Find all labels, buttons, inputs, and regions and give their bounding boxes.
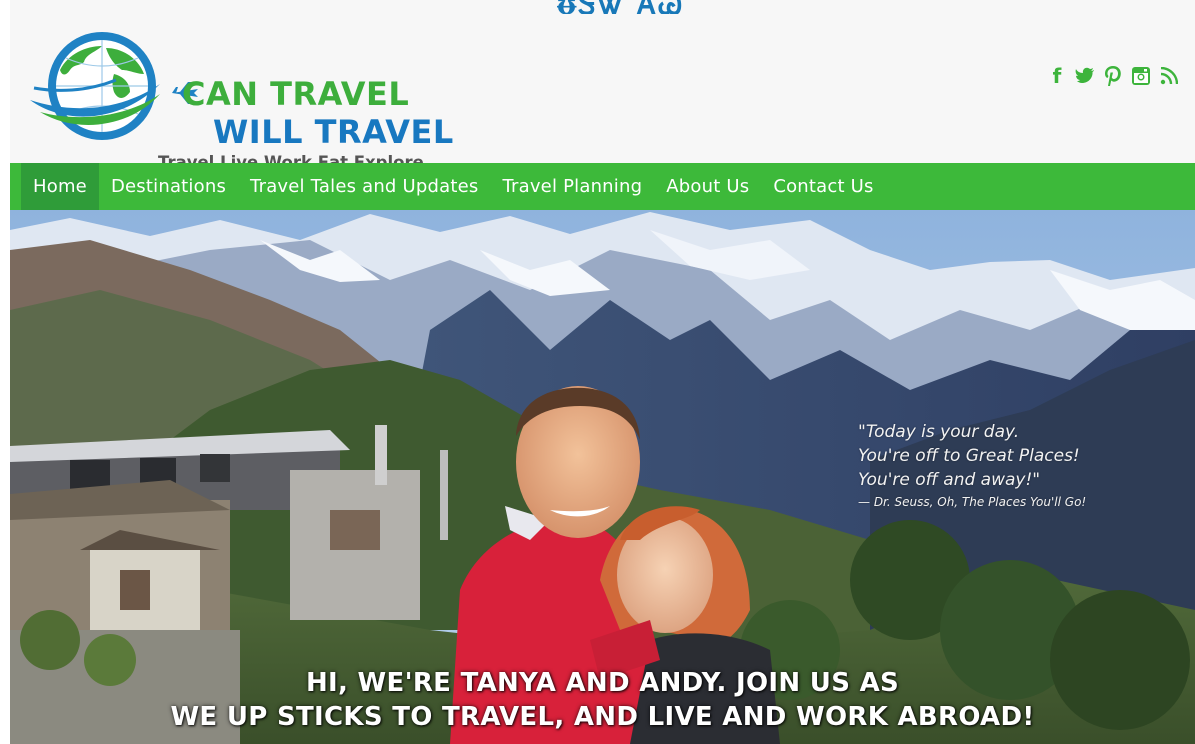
logo-title-line2: WILL TRAVEL — [213, 113, 454, 151]
globe-icon — [30, 32, 160, 140]
pinterest-icon[interactable] — [1103, 64, 1123, 88]
hero-quote: "Today is your day. You're off to Great … — [858, 420, 1086, 511]
site-logo[interactable]: CAN TRAVEL WILL TRAVEL Travel Live Work … — [26, 30, 466, 172]
nav-about-us[interactable]: About Us — [654, 163, 761, 210]
nav-travel-planning[interactable]: Travel Planning — [490, 163, 654, 210]
facebook-icon[interactable]: f — [1047, 64, 1067, 88]
main-navigation: Home Destinations Travel Tales and Updat… — [10, 163, 1195, 210]
twitter-icon[interactable] — [1075, 64, 1095, 88]
logo-title-line1: CAN TRAVEL — [182, 75, 410, 113]
social-links: f — [1047, 64, 1179, 88]
nav-contact-us[interactable]: Contact Us — [761, 163, 885, 210]
nav-destinations[interactable]: Destinations — [99, 163, 238, 210]
rss-icon[interactable] — [1159, 64, 1179, 88]
quote-line: "Today is your day. — [858, 422, 1020, 442]
headline-line: WE UP STICKS TO TRAVEL, AND LIVE AND WOR… — [170, 702, 1035, 732]
instagram-icon[interactable] — [1131, 64, 1151, 88]
quote-line: You're off and away!" — [858, 470, 1041, 490]
hero-headline: HI, WE'RE TANYA AND ANDY. JOIN US AS WE … — [10, 666, 1195, 734]
header-decoration: ᵿᏕᏔ ᎪᏊ — [557, 0, 684, 14]
quote-line: You're off to Great Places! — [858, 446, 1080, 466]
page: ᵿᏕᏔ ᎪᏊ CAN TRAVEL WILL TRAVEL T — [10, 0, 1195, 744]
nav-home[interactable]: Home — [21, 163, 99, 210]
quote-attribution: — Dr. Seuss, Oh, The Places You'll Go! — [858, 495, 1087, 509]
site-header: ᵿᏕᏔ ᎪᏊ CAN TRAVEL WILL TRAVEL T — [10, 0, 1195, 172]
headline-line: HI, WE'RE TANYA AND ANDY. JOIN US AS — [305, 668, 900, 698]
nav-travel-tales[interactable]: Travel Tales and Updates — [238, 163, 490, 210]
hero-banner[interactable]: "Today is your day. You're off to Great … — [10, 210, 1195, 744]
